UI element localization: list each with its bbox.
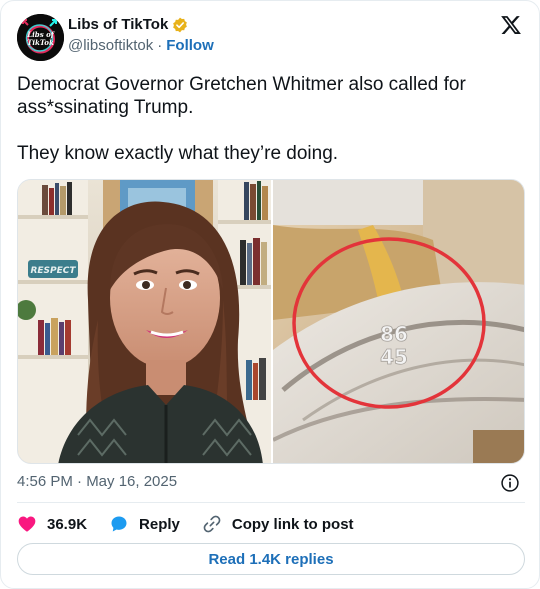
like-count: 36.9K bbox=[47, 515, 88, 533]
verified-badge-icon bbox=[173, 17, 188, 32]
info-icon[interactable] bbox=[500, 473, 520, 493]
tweet-text: Democrat Governor Gretchen Whitmer also … bbox=[17, 73, 527, 165]
tweet-media[interactable]: RESPECT 86 45 bbox=[17, 179, 525, 464]
like-button[interactable]: 36.9K bbox=[17, 514, 87, 534]
number-45: 45 bbox=[380, 345, 408, 369]
handle-separator: · bbox=[157, 37, 163, 54]
copy-link-button[interactable]: Copy link to post bbox=[202, 514, 354, 534]
respect-sign-text: RESPECT bbox=[30, 266, 76, 276]
account-handle[interactable]: @libsoftiktok bbox=[68, 37, 153, 54]
libs-of-tiktok-logo: Libs of TikTok bbox=[17, 14, 64, 61]
reply-label: Reply bbox=[139, 515, 180, 533]
display-name[interactable]: Libs of TikTok bbox=[68, 16, 168, 33]
video-still-image: RESPECT bbox=[18, 180, 271, 463]
reply-icon bbox=[111, 516, 127, 532]
tweet-timestamp[interactable]: 4:56 PM · May 16, 2025 bbox=[17, 473, 177, 490]
follow-button[interactable]: Follow bbox=[166, 37, 214, 54]
avatar-text-2: TikTok bbox=[27, 38, 54, 47]
tweet-paragraph-2: They know exactly what they’re doing. bbox=[17, 143, 339, 164]
action-bar: 36.9K Reply Copy link to post bbox=[17, 512, 354, 536]
divider bbox=[17, 502, 525, 503]
copy-link-label: Copy link to post bbox=[231, 515, 354, 533]
tweet-paragraph-1: Democrat Governor Gretchen Whitmer also … bbox=[17, 74, 466, 118]
link-icon bbox=[203, 515, 221, 533]
media-image-left[interactable]: RESPECT bbox=[18, 180, 271, 463]
read-replies-button[interactable]: Read 1.4K replies bbox=[17, 543, 525, 575]
avatar[interactable]: Libs of TikTok bbox=[17, 14, 64, 61]
x-logo-icon[interactable] bbox=[500, 14, 522, 36]
number-86: 86 bbox=[380, 322, 408, 346]
reply-button[interactable]: Reply bbox=[109, 514, 180, 534]
media-image-right[interactable]: 86 45 bbox=[272, 180, 524, 463]
zoomed-image: 86 45 bbox=[272, 180, 524, 463]
tweet-card: Libs of TikTok Libs of TikTok @libsoftik… bbox=[0, 0, 540, 589]
heart-icon bbox=[18, 516, 36, 532]
